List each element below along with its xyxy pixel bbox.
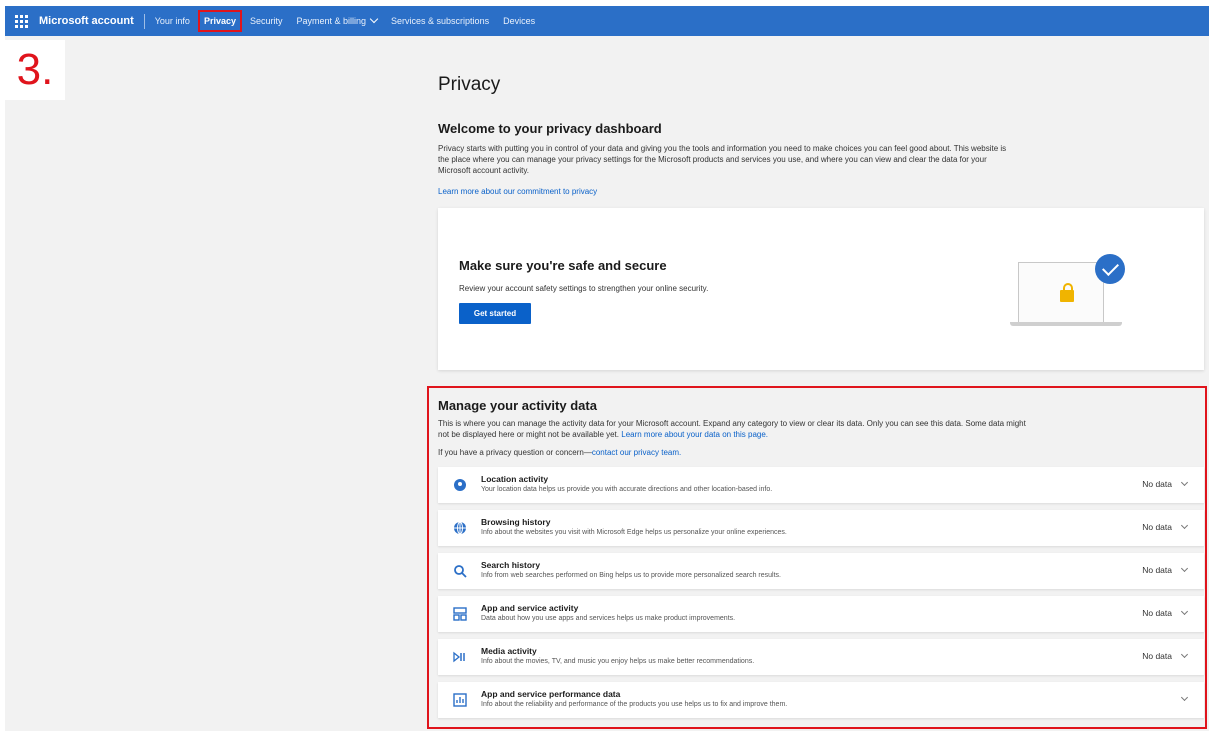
row-status: No data [1142, 522, 1172, 532]
row-status: No data [1142, 651, 1172, 661]
row-desc: Info about the websites you visit with M… [481, 529, 787, 536]
row-desc: Data about how you use apps and services… [481, 615, 736, 622]
chevron-down-icon[interactable] [1180, 607, 1189, 616]
row-title: Browsing history [481, 517, 551, 527]
laptop-base [1010, 322, 1122, 326]
welcome-text: Privacy starts with putting you in contr… [438, 144, 1007, 175]
nav-divider [143, 13, 145, 29]
chevron-down-icon[interactable] [1180, 693, 1189, 702]
performance-icon [453, 693, 467, 707]
nav-privacy[interactable]: Privacy [197, 10, 243, 32]
safe-card-heading: Make sure you're safe and secure [459, 258, 667, 273]
row-desc: Your location data helps us provide you … [481, 486, 773, 493]
manage-text: This is where you can manage the activit… [438, 418, 1028, 440]
privacy-question-text: If you have a privacy question or concer… [438, 448, 592, 457]
row-desc: Info about the reliability and performan… [481, 701, 788, 708]
privacy-question: If you have a privacy question or concer… [438, 448, 681, 457]
activity-row-media[interactable]: Media activity Info about the movies, TV… [438, 639, 1204, 675]
nav-payment-billing[interactable]: Payment & billing [296, 14, 379, 26]
nav-payment-label: Payment & billing [296, 16, 367, 26]
activity-row-search[interactable]: Search history Info from web searches pe… [438, 553, 1204, 589]
left-panel [5, 36, 401, 731]
welcome-heading: Welcome to your privacy dashboard [438, 121, 662, 136]
globe-icon [454, 521, 466, 535]
learn-more-data-link[interactable]: Learn more about your data on this page. [621, 430, 768, 439]
row-title: Location activity [481, 474, 549, 484]
chevron-down-icon[interactable] [1180, 478, 1189, 487]
app-launcher-icon[interactable] [13, 13, 29, 29]
media-icon [453, 651, 465, 663]
lock-icon [1060, 283, 1074, 302]
row-title: Search history [481, 560, 541, 570]
top-nav-bar: Microsoft account Your info Privacy Secu… [5, 6, 1209, 36]
search-icon [454, 565, 467, 578]
safe-card-text: Review your account safety settings to s… [459, 284, 709, 293]
page-title: Privacy [438, 74, 501, 95]
manage-heading: Manage your activity data [438, 398, 597, 413]
privacy-commitment-link[interactable]: Learn more about our commitment to priva… [438, 187, 597, 196]
nav-devices[interactable]: Devices [503, 16, 535, 26]
row-desc: Info about the movies, TV, and music you… [481, 658, 755, 665]
nav-services-subscriptions[interactable]: Services & subscriptions [391, 16, 489, 26]
chevron-down-icon[interactable] [1180, 564, 1189, 573]
row-status: No data [1142, 565, 1172, 575]
chevron-down-icon[interactable] [1180, 521, 1189, 530]
nav-links: Your info Privacy Security Payment & bil… [155, 10, 549, 32]
row-desc: Info from web searches performed on Bing… [481, 572, 781, 579]
step-label: 3. [5, 40, 65, 100]
chevron-down-icon [369, 14, 379, 24]
apps-icon [453, 607, 467, 621]
nav-security[interactable]: Security [250, 16, 283, 26]
activity-row-app-service[interactable]: App and service activity Data about how … [438, 596, 1204, 632]
row-title: App and service activity [481, 603, 579, 613]
row-title: Media activity [481, 646, 537, 656]
activity-row-location[interactable]: Location activity Your location data hel… [438, 467, 1204, 503]
chevron-down-icon[interactable] [1180, 650, 1189, 659]
get-started-button[interactable]: Get started [459, 303, 531, 324]
nav-your-info[interactable]: Your info [155, 16, 190, 26]
contact-privacy-team-link[interactable]: contact our privacy team. [592, 448, 681, 457]
row-status: No data [1142, 479, 1172, 489]
row-title: App and service performance data [481, 689, 621, 699]
brand-title[interactable]: Microsoft account [39, 15, 134, 27]
location-pin-icon [454, 479, 466, 491]
row-status: No data [1142, 608, 1172, 618]
checkmark-icon [1095, 254, 1125, 284]
activity-row-performance[interactable]: App and service performance data Info ab… [438, 682, 1204, 718]
activity-row-browsing[interactable]: Browsing history Info about the websites… [438, 510, 1204, 546]
